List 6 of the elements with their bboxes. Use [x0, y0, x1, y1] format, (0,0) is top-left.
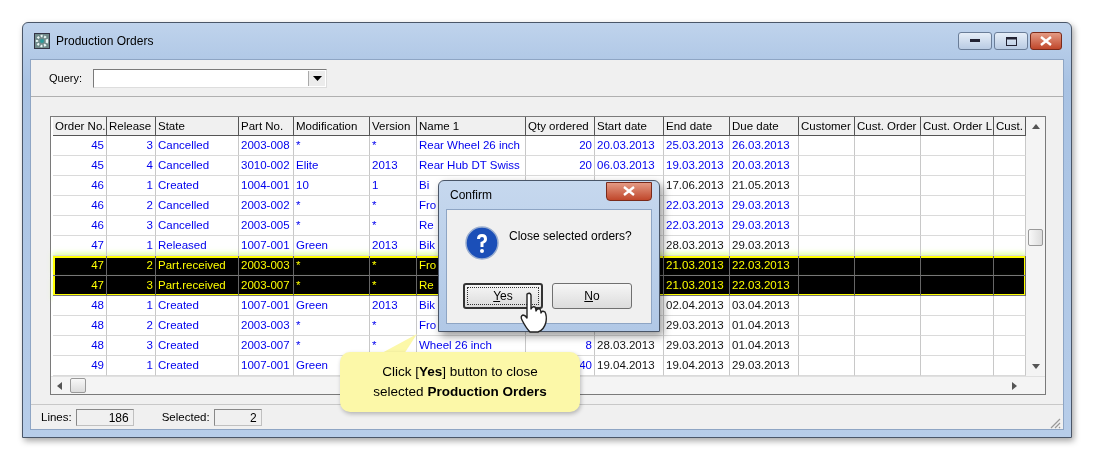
lines-label: Lines:	[41, 411, 72, 423]
selected-label: Selected:	[161, 411, 210, 423]
window-title: Production Orders	[56, 34, 154, 48]
lines-count: 186	[75, 408, 134, 426]
query-label: Query:	[49, 72, 83, 84]
selected-count: 2	[213, 408, 262, 426]
